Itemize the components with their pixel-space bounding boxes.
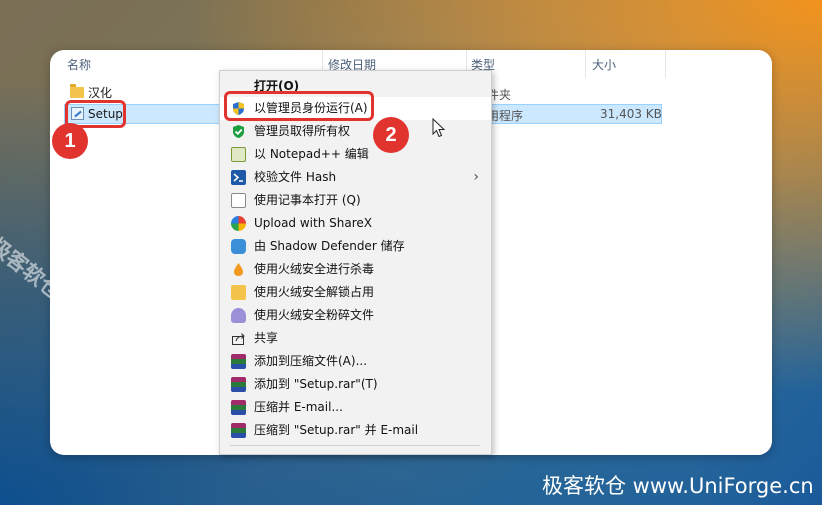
column-divider[interactable] xyxy=(665,50,666,78)
menu-item-label: 压缩并 E-mail... xyxy=(254,400,343,414)
menu-item-label: 以 Notepad++ 编辑 xyxy=(254,147,369,161)
sharex-icon xyxy=(231,216,246,231)
menu-item-take-ownership[interactable]: 管理员取得所有权 xyxy=(220,120,491,143)
huorong-unlock-icon xyxy=(231,285,246,300)
notepadpp-icon xyxy=(231,147,246,162)
huorong-scan-icon xyxy=(231,262,246,277)
menu-item-label: 共享 xyxy=(254,331,279,345)
menu-item-label: Upload with ShareX xyxy=(254,216,372,230)
menu-item-label: 添加到 "Setup.rar"(T) xyxy=(254,377,378,391)
menu-item-add-to-archive[interactable]: 添加到压缩文件(A)... xyxy=(220,350,491,373)
step-badge-2: 2 xyxy=(373,117,409,153)
folder-icon xyxy=(70,84,84,98)
winrar-icon xyxy=(231,423,246,438)
powershell-icon xyxy=(231,170,246,185)
column-divider[interactable] xyxy=(585,50,586,78)
menu-item-huorong-scan[interactable]: 使用火绒安全进行杀毒 xyxy=(220,258,491,281)
menu-item-hash[interactable]: 校验文件 Hash › xyxy=(220,166,491,189)
winrar-icon xyxy=(231,354,246,369)
menu-item-add-to-setup-rar[interactable]: 添加到 "Setup.rar"(T) xyxy=(220,373,491,396)
menu-item-label: 使用火绒安全粉碎文件 xyxy=(254,308,375,322)
column-name-header[interactable]: 名称 xyxy=(67,56,91,73)
menu-item-open-notepad[interactable]: 使用记事本打开 (Q) xyxy=(220,189,491,212)
submenu-chevron-icon: › xyxy=(473,169,479,185)
menu-item-huorong-shred[interactable]: 使用火绒安全粉碎文件 xyxy=(220,304,491,327)
menu-item-label: 校验文件 Hash xyxy=(254,170,337,184)
mouse-cursor-icon xyxy=(432,118,446,138)
menu-item-notepadpp[interactable]: 以 Notepad++ 编辑 xyxy=(220,143,491,166)
notepad-icon xyxy=(231,193,246,208)
menu-item-label: 使用火绒安全进行杀毒 xyxy=(254,262,375,276)
file-size: 31,403 KB xyxy=(600,107,662,121)
shadow-defender-icon xyxy=(231,239,246,254)
menu-item-share[interactable]: 共享 xyxy=(220,327,491,350)
highlight-box-run-as-admin xyxy=(224,91,374,121)
context-menu: 打开(O) 以管理员身份运行(A) 管理员取得所有权 以 Notepad++ 编… xyxy=(219,70,492,455)
green-check-shield-icon xyxy=(231,124,246,139)
step-badge-1: 1 xyxy=(52,123,88,159)
watermark-bottom: 极客软仓 www.UniForge.cn xyxy=(542,474,814,498)
winrar-icon xyxy=(231,377,246,392)
share-icon xyxy=(231,331,246,346)
menu-item-label: 添加到压缩文件(A)... xyxy=(254,354,368,368)
menu-item-compress-email[interactable]: 压缩并 E-mail... xyxy=(220,396,491,419)
menu-separator xyxy=(230,445,480,446)
menu-item-label: 使用记事本打开 (Q) xyxy=(254,193,361,207)
column-size-header[interactable]: 大小 xyxy=(592,56,616,73)
huorong-shred-icon xyxy=(231,308,246,323)
winrar-icon xyxy=(231,400,246,415)
sort-arrow-icon: ⌃ xyxy=(186,50,194,56)
menu-item-sharex[interactable]: Upload with ShareX xyxy=(220,212,491,235)
menu-item-label: 管理员取得所有权 xyxy=(254,124,351,138)
menu-item-shadow-defender[interactable]: 由 Shadow Defender 储存 xyxy=(220,235,491,258)
menu-item-label: 由 Shadow Defender 储存 xyxy=(254,239,405,253)
menu-item-compress-setup-email[interactable]: 压缩到 "Setup.rar" 并 E-mail xyxy=(220,419,491,442)
menu-item-huorong-unlock[interactable]: 使用火绒安全解锁占用 xyxy=(220,281,491,304)
menu-item-label: 压缩到 "Setup.rar" 并 E-mail xyxy=(254,423,419,437)
menu-item-label: 使用火绒安全解锁占用 xyxy=(254,285,375,299)
